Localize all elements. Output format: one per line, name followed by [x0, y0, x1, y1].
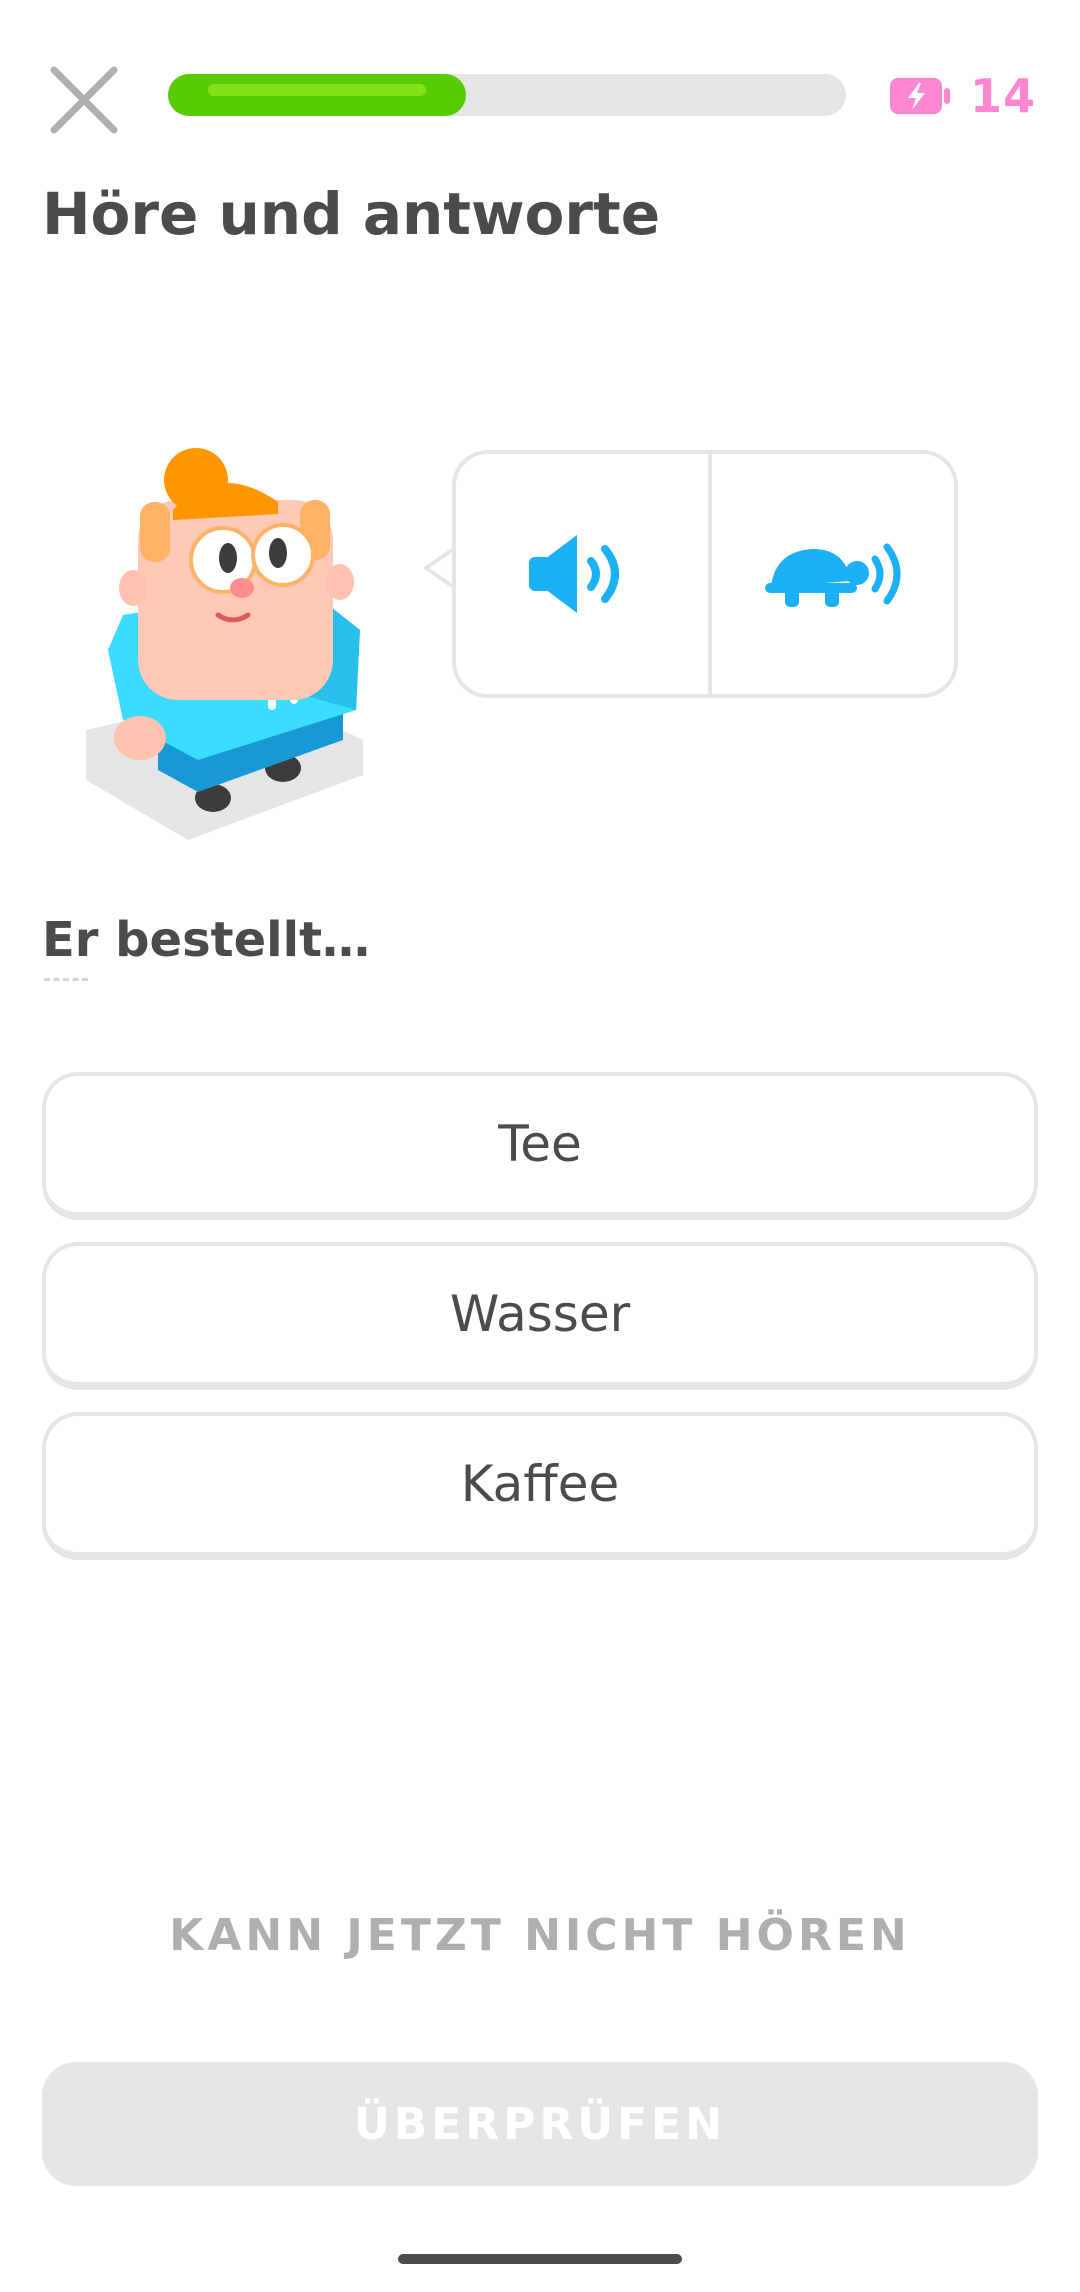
audio-speech-bubble [452, 450, 958, 698]
choice-option[interactable]: Tee [42, 1072, 1038, 1220]
prompt-hint-underline[interactable] [44, 978, 88, 985]
turtle-speaker-icon [765, 543, 901, 607]
play-slow-audio-button[interactable] [712, 454, 960, 694]
energy-indicator[interactable]: 14 [888, 66, 1036, 126]
lesson-progress-bar [168, 74, 846, 116]
choice-option[interactable]: Wasser [42, 1242, 1038, 1390]
energy-count: 14 [970, 69, 1037, 123]
close-icon [50, 66, 118, 134]
character-illustration [78, 440, 378, 850]
choice-option[interactable]: Kaffee [42, 1412, 1038, 1560]
home-indicator[interactable] [398, 2254, 682, 2264]
page-title: Höre und antworte [42, 180, 661, 248]
cant-listen-now-button[interactable]: KANN JETZT NICHT HÖREN [0, 1910, 1080, 1961]
question-prompt: Er bestellt… [42, 912, 371, 968]
check-button[interactable]: ÜBERPRÜFEN [42, 2062, 1038, 2186]
play-audio-button[interactable] [456, 454, 704, 694]
energy-battery-icon [890, 78, 950, 114]
progress-highlight [208, 84, 426, 96]
speaker-icon [529, 535, 619, 613]
close-button[interactable] [44, 60, 124, 140]
